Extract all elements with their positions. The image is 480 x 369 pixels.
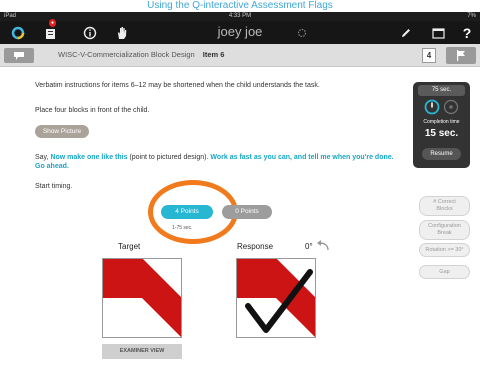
place-blocks-text: Place four blocks in front of the child. xyxy=(35,107,150,114)
notes-tab[interactable] xyxy=(4,48,34,63)
verbatim-note: Verbatim instructions for items 6–12 may… xyxy=(35,82,320,89)
status-time: 4:33 PM xyxy=(228,13,252,19)
flag-button[interactable] xyxy=(446,47,476,64)
rotation-button[interactable]: Rotation >= 30° xyxy=(419,243,470,257)
completion-time-label: Completion time xyxy=(423,119,460,125)
show-picture-button[interactable]: Show Picture xyxy=(35,125,89,138)
status-bar: iPad 4:33 PM 7% xyxy=(0,12,480,21)
rotation-value: 0° xyxy=(305,242,313,251)
pencil-icon[interactable] xyxy=(396,23,416,42)
item-header: WISC-V-Commercialization Block Design It… xyxy=(0,44,480,67)
notes-icon xyxy=(14,51,24,60)
target-design xyxy=(102,258,182,338)
response-design xyxy=(236,258,316,338)
time-range: 1-75 sec. xyxy=(172,225,193,231)
item-number[interactable]: 4 xyxy=(422,48,436,63)
item-name: Item 6 xyxy=(202,50,225,59)
time-limit: 75 sec. xyxy=(418,85,465,96)
completion-time-value: 15 sec. xyxy=(424,128,459,139)
resume-button[interactable]: Resume xyxy=(422,148,461,160)
rotate-icon[interactable] xyxy=(316,240,330,252)
score-0-points-button[interactable]: 0 Points xyxy=(222,205,272,219)
start-timing-text: Start timing. xyxy=(35,183,73,190)
help-icon[interactable]: ? xyxy=(458,23,476,42)
app-toolbar: ● joey joe ? xyxy=(0,19,480,44)
activity-icon xyxy=(294,23,310,42)
breadcrumb: WISC-V-Commercialization Block Design It… xyxy=(58,50,224,59)
window-icon[interactable] xyxy=(428,23,448,42)
flag-icon xyxy=(457,50,465,61)
battery-level: 7% xyxy=(467,13,476,19)
say-instruction: Say, Now make one like this (point to pi… xyxy=(35,153,395,171)
say-parenthetical: (point to pictured design). xyxy=(129,154,209,161)
configuration-break-button[interactable]: Configuration Break xyxy=(419,220,470,240)
timer-controls[interactable] xyxy=(424,99,460,115)
timer-card: 75 sec. Completion time 15 sec. Resume xyxy=(413,82,470,168)
say-text-1: Now make one like this xyxy=(50,154,128,161)
gap-button[interactable]: Gap xyxy=(419,265,470,279)
score-4-points-button[interactable]: 4 Points xyxy=(161,205,213,219)
correct-blocks-button[interactable]: # Correct Blocks xyxy=(419,196,470,216)
say-prefix: Say, xyxy=(35,154,49,161)
target-label: Target xyxy=(118,242,141,251)
test-name: WISC-V-Commercialization Block Design xyxy=(58,50,195,59)
response-label: Response xyxy=(237,242,274,251)
examiner-view-button[interactable]: EXAMINER VIEW xyxy=(102,344,182,359)
caption-title: Using the Q-interactive Assessment Flags xyxy=(0,0,480,12)
